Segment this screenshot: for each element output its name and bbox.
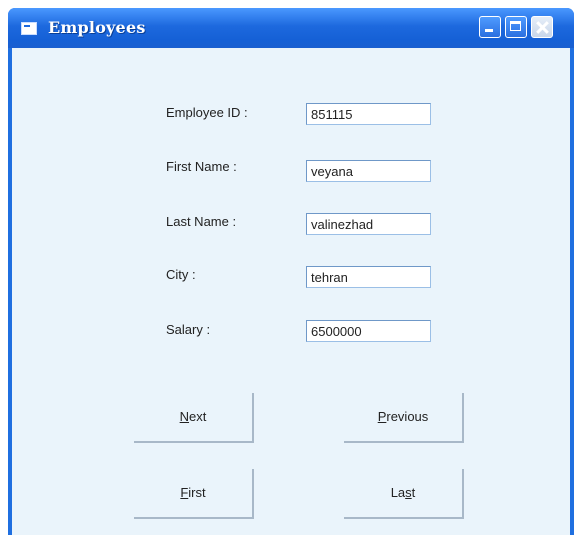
close-icon[interactable] xyxy=(531,16,553,38)
first-button-label: irst xyxy=(188,485,206,500)
last-name-field[interactable] xyxy=(306,213,431,235)
employees-window: Employees Employee ID : First Name : Las… xyxy=(8,8,574,535)
salary-field[interactable] xyxy=(306,320,431,342)
last-button[interactable]: Last xyxy=(344,469,464,519)
salary-label: Salary : xyxy=(166,322,211,337)
app-icon[interactable] xyxy=(21,22,37,35)
city-label: City : xyxy=(166,267,196,282)
title-bar[interactable]: Employees xyxy=(8,8,574,48)
city-field[interactable] xyxy=(306,266,431,288)
window-title: Employees xyxy=(48,18,146,37)
next-button[interactable]: Next xyxy=(134,393,254,443)
first-name-label: First Name : xyxy=(166,159,237,174)
minimize-icon[interactable] xyxy=(479,16,501,38)
previous-button-label: revious xyxy=(386,409,429,424)
last-button-label: t xyxy=(411,485,416,500)
previous-button[interactable]: Previous xyxy=(344,393,464,443)
form-area: Employee ID : First Name : Last Name : C… xyxy=(12,48,570,535)
maximize-icon[interactable] xyxy=(505,16,527,38)
next-button-mnemonic: N xyxy=(179,409,190,424)
next-button-label: ext xyxy=(189,409,207,424)
employee-id-field[interactable] xyxy=(306,103,431,125)
last-name-label: Last Name : xyxy=(166,214,237,229)
last-button-prefix: La xyxy=(390,485,406,500)
employee-id-label: Employee ID : xyxy=(166,105,248,120)
first-name-field[interactable] xyxy=(306,160,431,182)
first-button[interactable]: First xyxy=(134,469,254,519)
